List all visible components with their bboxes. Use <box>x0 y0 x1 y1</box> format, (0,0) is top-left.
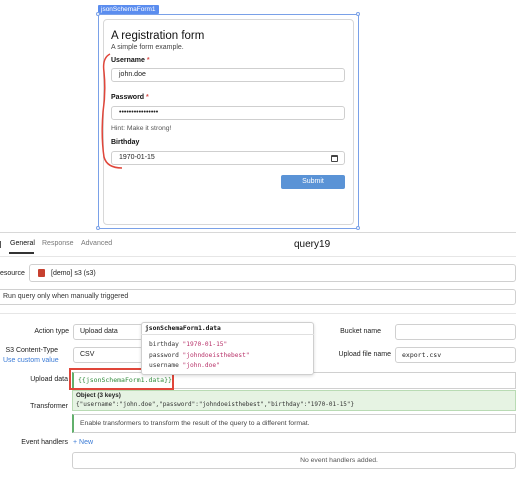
upload-data-label: Upload data <box>30 376 68 383</box>
upload-file-name-field[interactable]: export.csv <box>395 347 516 363</box>
popup-key: birthday <box>149 341 179 348</box>
calendar-icon[interactable] <box>331 155 338 162</box>
event-handlers-label: Event handlers <box>21 439 68 446</box>
submit-button[interactable]: Submit <box>281 175 345 189</box>
action-type-label: Action type <box>34 328 69 335</box>
resource-select[interactable] <box>29 264 516 282</box>
panel-divider <box>0 232 516 233</box>
query-name[interactable]: query19 <box>294 239 330 250</box>
resource-label: esource <box>0 270 25 277</box>
resource-value: [demo] s3 (s3) <box>51 270 96 277</box>
trigger-text: Run query only when manually triggered <box>3 293 129 300</box>
component-tag[interactable]: jsonSchemaForm1 <box>98 5 159 14</box>
popup-key: username <box>149 362 179 369</box>
evaluated-value-title: Object (3 keys) <box>76 392 121 399</box>
collapse-icon[interactable] <box>0 241 3 248</box>
action-type-select[interactable]: Upload data <box>73 324 143 340</box>
popup-value: "1970-01-15" <box>182 341 228 348</box>
evaluated-value: {"username":"john.doe","password":"johnd… <box>76 401 355 408</box>
resize-handle[interactable] <box>96 226 100 230</box>
content-type-label: S3 Content-Type <box>5 347 58 354</box>
resize-handle[interactable] <box>356 226 360 230</box>
transformer-hint: Enable transformers to transform the res… <box>80 420 310 427</box>
popup-row[interactable]: birthday "1970-01-15" <box>149 341 227 348</box>
required-marker: * <box>146 57 150 64</box>
birthday-field[interactable]: 1970-01-15 <box>111 151 345 165</box>
tab-response[interactable]: Response <box>42 240 74 247</box>
popup-row[interactable]: password "johndoeisthebest" <box>149 352 250 359</box>
transformer-label: Transformer <box>30 403 68 410</box>
bucket-name-label: Bucket name <box>340 328 381 335</box>
upload-file-name-label: Upload file name <box>338 351 391 358</box>
popup-key: password <box>149 352 179 359</box>
form-title: A registration form <box>111 30 205 42</box>
bucket-name-field[interactable] <box>395 324 516 340</box>
red-bracket-annotation <box>101 53 123 169</box>
divider <box>0 256 516 257</box>
no-handlers-message: No event handlers added. <box>72 452 516 469</box>
tab-general[interactable]: General <box>10 240 35 247</box>
content-type-select[interactable]: CSV <box>73 347 143 363</box>
form-subtitle: A simple form example. <box>111 44 184 51</box>
password-field[interactable]: •••••••••••••••• <box>111 106 345 120</box>
popup-value: "johndoeisthebest" <box>182 352 250 359</box>
required-marker: * <box>146 94 149 101</box>
active-tab-indicator <box>9 252 34 254</box>
popup-value: "john.doe" <box>182 362 220 369</box>
resize-handle[interactable] <box>96 12 100 16</box>
new-event-handler-button[interactable]: + New <box>73 439 93 446</box>
popup-row[interactable]: username "john.doe" <box>149 362 220 369</box>
use-custom-value-link[interactable]: Use custom value <box>3 357 59 364</box>
tab-advanced[interactable]: Advanced <box>81 240 112 247</box>
divider <box>0 313 516 314</box>
resize-handle[interactable] <box>356 12 360 16</box>
username-field[interactable]: john.doe <box>111 68 345 82</box>
s3-icon <box>38 269 45 277</box>
popup-header: jsonSchemaForm1.data <box>141 322 314 335</box>
